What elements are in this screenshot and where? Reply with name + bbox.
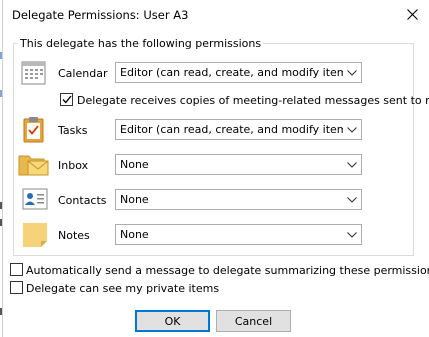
close-icon [406,9,418,20]
notes-label: Notes [58,229,90,242]
contacts-card-icon [21,186,49,214]
private-items-label: Delegate can see my private items [26,282,220,295]
auto-send-summary-checkbox[interactable] [10,263,23,276]
window-title: Delegate Permissions: User A3 [12,8,189,22]
chevron-down-icon [343,120,361,139]
tasks-label: Tasks [58,124,88,137]
inbox-folder-icon [18,150,49,178]
permissions-group-label: This delegate has the following permissi… [18,37,264,50]
contacts-label: Contacts [58,194,107,207]
chevron-down-icon [343,63,361,82]
calendar-permission-dropdown[interactable]: Editor (can read, create, and modify ite… [115,62,362,83]
inbox-label: Inbox [58,159,89,172]
meeting-copies-label: Delegate receives copies of meeting-rela… [77,94,429,107]
private-items-checkbox[interactable] [10,281,23,294]
meeting-copies-checkbox[interactable] [60,93,73,106]
tasks-permission-dropdown[interactable]: Editor (can read, create, and modify ite… [115,119,362,140]
tasks-clipboard-icon [20,115,48,143]
calendar-permission-value: Editor (can read, create, and modify ite… [120,66,343,79]
contacts-permission-value: None [120,193,149,206]
sticky-note-icon [21,221,49,249]
notes-permission-value: None [120,228,149,241]
checkmark-icon [62,95,72,104]
close-button[interactable] [397,1,427,28]
cancel-button[interactable]: Cancel [216,310,291,332]
chevron-down-icon [343,190,361,209]
chevron-down-icon [343,155,361,174]
inbox-permission-value: None [120,158,149,171]
tasks-permission-value: Editor (can read, create, and modify ite… [120,123,343,136]
ok-button[interactable]: OK [135,310,210,332]
notes-permission-dropdown[interactable]: None [115,224,362,245]
title-bar: Delegate Permissions: User A3 [3,0,429,30]
calendar-label: Calendar [58,67,108,80]
chevron-down-icon [343,225,361,244]
inbox-permission-dropdown[interactable]: None [115,154,362,175]
contacts-permission-dropdown[interactable]: None [115,189,362,210]
auto-send-summary-label: Automatically send a message to delegate… [26,264,429,277]
calendar-icon [19,59,47,87]
